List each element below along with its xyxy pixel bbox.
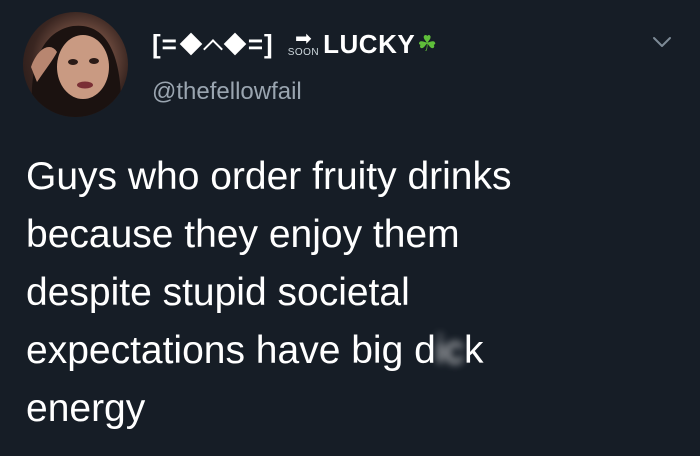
user-name-row[interactable]: [= =] ➡ SOON LUCKY ☘ <box>152 24 437 64</box>
tweet-line: despite stupid societal <box>26 271 410 314</box>
censored-fragment: ic <box>435 329 464 372</box>
avatar-image <box>31 25 122 117</box>
lucky-label: LUCKY <box>323 28 416 59</box>
tweet-text: Guys who order fruity drinks because the… <box>26 148 686 438</box>
tweet-line: because they enjoy them <box>26 213 460 256</box>
caret-icon <box>202 39 223 59</box>
diamond-icon <box>179 32 203 56</box>
avatar[interactable] <box>23 12 128 117</box>
tweet-line: Guys who order fruity drinks <box>26 155 512 198</box>
display-name[interactable]: [= =] <box>152 29 274 60</box>
tweet-card: [= =] ➡ SOON LUCKY ☘ @thefellowfail Guys… <box>0 0 700 456</box>
clover-icon: ☘ <box>417 31 437 56</box>
arrow-right-icon: ➡ <box>295 28 312 50</box>
user-handle[interactable]: @thefellowfail <box>152 78 302 106</box>
chevron-down-icon[interactable] <box>648 28 676 56</box>
diamond-icon <box>223 32 247 56</box>
tweet-line: energy <box>26 387 146 430</box>
tweet-line-start: expectations have big d <box>26 329 436 372</box>
soon-badge: ➡ SOON <box>287 28 320 58</box>
tweet-line: expectations have big dick <box>26 322 686 380</box>
name-close: =] <box>247 28 274 59</box>
tweet-line-end: k <box>463 329 484 372</box>
soon-label: SOON <box>287 47 320 58</box>
name-open: [= <box>152 28 178 59</box>
